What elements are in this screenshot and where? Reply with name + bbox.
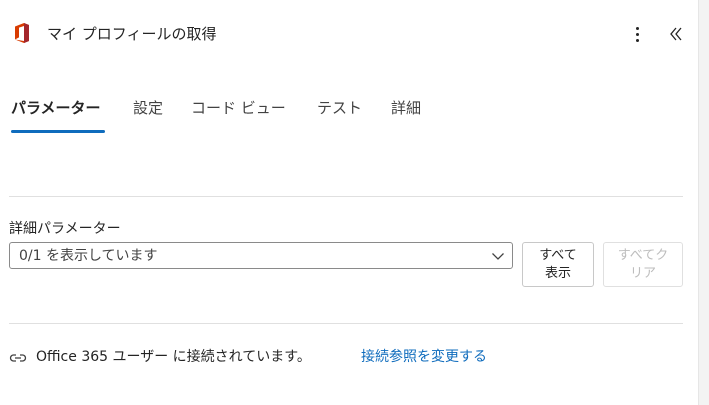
link-icon — [9, 354, 27, 362]
page-title: マイ プロフィールの取得 — [47, 25, 217, 43]
chevron-down-icon — [492, 253, 504, 260]
more-options-button[interactable] — [627, 23, 647, 45]
more-vertical-icon — [635, 26, 639, 30]
connection-status-text: Office 365 ユーザー に接続されています。 — [36, 349, 311, 365]
chevron-double-left-icon[interactable] — [666, 24, 686, 44]
tab-code-view[interactable]: コード ビュー — [191, 96, 286, 120]
tab-parameters[interactable]: パラメーター — [11, 96, 101, 120]
clear-all-button: すべてク リア — [603, 242, 683, 287]
show-all-button[interactable]: すべて 表示 — [522, 242, 594, 287]
office-logo-icon — [15, 23, 29, 43]
section-divider — [9, 323, 683, 324]
tab-details[interactable]: 詳細 — [391, 96, 421, 120]
action-config-panel: マイ プロフィールの取得 パラメーター 設定 コード ビュー テスト 詳細 詳細… — [0, 0, 698, 405]
change-connection-link[interactable]: 接続参照を変更する — [361, 347, 487, 367]
dropdown-value: 0/1 を表示しています — [19, 248, 158, 264]
tab-settings[interactable]: 設定 — [133, 96, 163, 120]
advanced-parameters-label: 詳細パラメーター — [9, 221, 121, 237]
advanced-parameters-dropdown[interactable]: 0/1 を表示しています — [9, 242, 513, 269]
active-tab-indicator — [11, 130, 105, 133]
tab-test[interactable]: テスト — [317, 96, 362, 120]
panel-edge — [698, 0, 709, 405]
section-divider — [9, 196, 683, 197]
